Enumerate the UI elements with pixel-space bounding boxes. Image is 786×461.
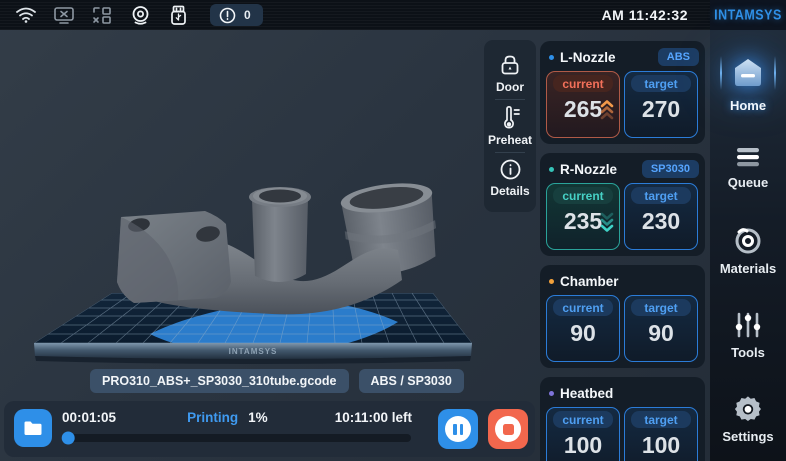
time-remaining: 10:11:00 left xyxy=(335,410,412,425)
target-value: 270 xyxy=(642,96,680,123)
current-temp-box[interactable]: current 90 xyxy=(546,295,620,362)
heating-up-icon xyxy=(600,99,614,121)
material-badge[interactable]: ABS xyxy=(658,48,699,66)
temp-card-r-nozzle: R-Nozzle SP3030 current 235 target 230 xyxy=(540,153,705,256)
job-materials: ABS / SP3030 xyxy=(359,369,464,393)
current-label: current xyxy=(553,411,613,428)
temp-card-title: L-Nozzle xyxy=(560,50,616,65)
progress-bar[interactable] xyxy=(63,434,411,442)
stop-icon xyxy=(495,416,521,442)
temperature-column: L-Nozzle ABS current 265 target 270 xyxy=(540,41,705,455)
status-dot xyxy=(549,167,554,172)
preheat-thermometer-icon xyxy=(498,105,522,130)
home-icon xyxy=(726,54,770,92)
stop-button[interactable] xyxy=(488,409,528,449)
cooling-down-icon xyxy=(600,211,614,233)
settings-gear-icon xyxy=(734,395,762,423)
current-temp-box[interactable]: current 235 xyxy=(546,183,620,250)
details-label: Details xyxy=(490,184,529,198)
material-badge[interactable]: SP3030 xyxy=(642,160,699,178)
camera-icon xyxy=(128,4,152,26)
target-label: target xyxy=(631,411,691,428)
current-temp-box[interactable]: current 100 xyxy=(546,407,620,461)
current-label: current xyxy=(553,75,613,92)
target-label: target xyxy=(631,299,691,316)
preheat-label: Preheat xyxy=(488,133,532,147)
target-label: target xyxy=(631,187,691,204)
nav-label-queue: Queue xyxy=(728,175,768,190)
target-value: 100 xyxy=(642,432,680,459)
wifi-icon xyxy=(14,4,38,26)
print-status: Printing xyxy=(187,410,238,425)
alert-icon xyxy=(219,7,236,24)
current-value: 100 xyxy=(564,432,602,459)
current-value: 235 xyxy=(564,208,602,235)
alerts-badge[interactable]: 0 xyxy=(210,4,263,26)
temp-card-title: Heatbed xyxy=(560,386,613,401)
door-lock-icon xyxy=(498,53,522,77)
print-control-bar: 00:01:05 Printing 1% 10:11:00 left xyxy=(4,401,535,457)
queue-icon xyxy=(735,145,761,169)
door-label: Door xyxy=(496,80,524,94)
target-temp-box[interactable]: target 100 xyxy=(624,407,698,461)
nav-item-home[interactable]: Home xyxy=(710,42,786,126)
nav-item-tools[interactable]: Tools xyxy=(710,293,786,377)
nav-item-materials[interactable]: Materials xyxy=(710,210,786,294)
temp-card-title: R-Nozzle xyxy=(560,162,617,177)
elapsed-time: 00:01:05 xyxy=(62,410,116,425)
target-value: 230 xyxy=(642,208,680,235)
job-filename: PRO310_ABS+_SP3030_310tube.gcode xyxy=(90,369,349,393)
target-temp-box[interactable]: target 90 xyxy=(624,295,698,362)
pause-button[interactable] xyxy=(438,409,478,449)
brand-logo: INTAMSYS xyxy=(710,0,786,30)
print-percent: 1% xyxy=(248,410,268,425)
details-button[interactable]: Details xyxy=(484,153,536,204)
plate-brand-text: INTAMSYS xyxy=(229,347,278,356)
current-label: current xyxy=(553,187,613,204)
temp-card-heatbed: Heatbed current 100 target 100 xyxy=(540,377,705,461)
nav-label-settings: Settings xyxy=(722,429,773,444)
tools-sliders-icon xyxy=(734,311,762,339)
temp-card-l-nozzle: L-Nozzle ABS current 265 target 270 xyxy=(540,41,705,144)
details-info-icon xyxy=(499,158,522,181)
clock-time: AM 11:42:32 xyxy=(602,0,688,30)
temp-card-title: Chamber xyxy=(560,274,619,289)
target-label: target xyxy=(631,75,691,92)
current-label: current xyxy=(553,299,613,316)
folder-icon xyxy=(23,420,43,437)
printer-home-screen: INTAMSYS xyxy=(0,0,786,461)
progress-handle[interactable] xyxy=(62,432,75,445)
display-disconnected-icon xyxy=(52,4,76,26)
quick-actions-panel: Door Preheat Details xyxy=(484,40,536,212)
status-dot xyxy=(549,279,554,284)
usb-drive-icon xyxy=(166,4,190,26)
door-button[interactable]: Door xyxy=(484,48,536,99)
target-value: 90 xyxy=(648,320,674,347)
target-temp-box[interactable]: target 270 xyxy=(624,71,698,138)
status-dot xyxy=(549,391,554,396)
main-nav-sidebar: Home Queue Materials xyxy=(710,30,786,461)
nav-label-materials: Materials xyxy=(720,261,776,276)
job-file-row: PRO310_ABS+_SP3030_310tube.gcode ABS / S… xyxy=(90,369,464,393)
files-button[interactable] xyxy=(14,409,52,447)
current-temp-box[interactable]: current 265 xyxy=(546,71,620,138)
extension-screen-icon xyxy=(90,4,114,26)
current-value: 90 xyxy=(570,320,596,347)
target-temp-box[interactable]: target 230 xyxy=(624,183,698,250)
status-dot xyxy=(549,55,554,60)
nav-label-tools: Tools xyxy=(731,345,765,360)
temp-card-chamber: Chamber current 90 target 90 xyxy=(540,265,705,368)
nav-item-settings[interactable]: Settings xyxy=(710,377,786,461)
model-preview-3d[interactable]: INTAMSYS xyxy=(0,30,540,400)
alert-count: 0 xyxy=(244,8,251,22)
nav-item-queue[interactable]: Queue xyxy=(710,126,786,210)
preheat-button[interactable]: Preheat xyxy=(484,100,536,151)
materials-spool-icon xyxy=(733,227,763,255)
current-value: 265 xyxy=(564,96,602,123)
status-bar: 0 AM 11:42:32 xyxy=(0,0,710,30)
nav-label-home: Home xyxy=(730,98,766,113)
pause-icon xyxy=(445,416,471,442)
